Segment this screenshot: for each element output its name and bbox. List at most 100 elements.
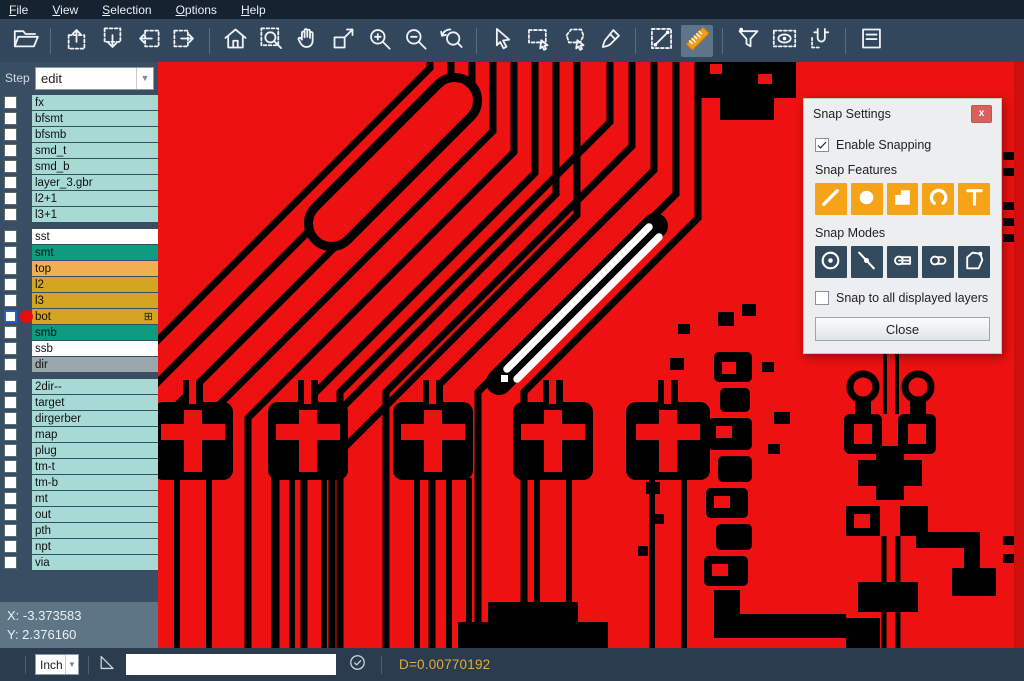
layer-name[interactable]: smd_b [32, 159, 158, 174]
layer-visibility-checkbox[interactable] [4, 396, 17, 409]
home-button[interactable] [219, 25, 251, 57]
layer-visibility-checkbox[interactable] [4, 96, 17, 109]
rect-select-button[interactable] [522, 25, 554, 57]
layer-name[interactable]: bfsmt [32, 111, 158, 126]
layer-row-dir[interactable]: dir [0, 357, 158, 372]
layer-visibility-checkbox[interactable] [4, 540, 17, 553]
pan-button[interactable] [291, 25, 323, 57]
layer-name[interactable]: smb [32, 325, 158, 340]
poly-select-button[interactable] [558, 25, 590, 57]
layer-name[interactable]: out [32, 507, 158, 522]
snap-slot-button[interactable] [922, 246, 954, 278]
menu-item-help[interactable]: Help [241, 3, 266, 17]
layer-name[interactable]: l3+1 [32, 207, 158, 222]
layer-name[interactable]: ssb [32, 341, 158, 356]
snap-vertex-button[interactable] [958, 246, 990, 278]
layer-visibility-checkbox[interactable] [4, 326, 17, 339]
layer-row-smd_b[interactable]: smd_b [0, 159, 158, 174]
layer-name[interactable]: via [32, 555, 158, 570]
layer-name[interactable]: dirgerber [32, 411, 158, 426]
layer-visibility-checkbox[interactable] [4, 144, 17, 157]
layer-name[interactable]: target [32, 395, 158, 410]
layer-name[interactable]: l2 [32, 277, 158, 292]
report-button[interactable] [855, 25, 887, 57]
layer-name[interactable]: smd_t [32, 143, 158, 158]
layer-row-tm-b[interactable]: tm-b [0, 475, 158, 490]
layer-visibility-checkbox[interactable] [4, 208, 17, 221]
layer-row-npt[interactable]: npt [0, 539, 158, 554]
menu-item-options[interactable]: Options [176, 3, 217, 17]
pcb-canvas[interactable]: Snap Settings x Enable Snapping Snap Fea… [158, 62, 1024, 648]
layer-visibility-checkbox[interactable] [4, 476, 17, 489]
layer-visibility-checkbox[interactable] [4, 358, 17, 371]
layer-visibility-checkbox[interactable] [4, 460, 17, 473]
select-button[interactable] [486, 25, 518, 57]
layer-name[interactable]: top [32, 261, 158, 276]
zoom-out-button[interactable] [399, 25, 431, 57]
import-bottom-button[interactable] [96, 25, 128, 57]
layer-visibility-checkbox[interactable] [4, 160, 17, 173]
zoom-region-button[interactable] [255, 25, 287, 57]
layer-visibility-checkbox[interactable] [4, 192, 17, 205]
layer-name[interactable]: 2dir-- [32, 379, 158, 394]
layer-row-smb[interactable]: smb [0, 325, 158, 340]
layer-name[interactable]: bot⊞ [32, 309, 158, 324]
layer-name[interactable]: l2+1 [32, 191, 158, 206]
zoom-in-button[interactable] [363, 25, 395, 57]
menu-item-selection[interactable]: Selection [102, 3, 151, 17]
layer-row-l3[interactable]: l3 [0, 293, 158, 308]
layer-visibility-checkbox[interactable] [4, 380, 17, 393]
layer-visibility-checkbox[interactable] [4, 262, 17, 275]
snap-surface-button[interactable] [887, 183, 919, 215]
zoom-previous-button[interactable] [435, 25, 467, 57]
layer-visibility-checkbox[interactable] [4, 428, 17, 441]
layer-visibility-checkbox[interactable] [4, 278, 17, 291]
layer-visibility-checkbox[interactable] [4, 556, 17, 569]
snap-center-button[interactable] [815, 246, 847, 278]
layer-name[interactable]: bfsmb [32, 127, 158, 142]
layer-name[interactable]: tm-b [32, 475, 158, 490]
snap-arc-button[interactable] [922, 183, 954, 215]
layer-row-plug[interactable]: plug [0, 443, 158, 458]
layer-row-l2+1[interactable]: l2+1 [0, 191, 158, 206]
layer-row-via[interactable]: via [0, 555, 158, 570]
layer-visibility-checkbox[interactable] [4, 310, 17, 323]
import-top-button[interactable] [60, 25, 92, 57]
layer-row-smt[interactable]: smt [0, 245, 158, 260]
layer-visibility-checkbox[interactable] [4, 176, 17, 189]
layer-name[interactable]: npt [32, 539, 158, 554]
close-icon[interactable]: x [971, 105, 992, 123]
layer-row-out[interactable]: out [0, 507, 158, 522]
layer-row-sst[interactable]: sst [0, 229, 158, 244]
layer-row-2dir--[interactable]: 2dir-- [0, 379, 158, 394]
layer-row-tm-t[interactable]: tm-t [0, 459, 158, 474]
layer-name[interactable]: dir [32, 357, 158, 372]
layer-row-fx[interactable]: fx [0, 95, 158, 110]
layer-row-layer_3.gbr[interactable]: layer_3.gbr [0, 175, 158, 190]
snap-slot-center-button[interactable] [887, 246, 919, 278]
snap-all-layers-checkbox[interactable] [815, 291, 829, 305]
ruler-button[interactable] [681, 25, 713, 57]
layer-row-top[interactable]: top [0, 261, 158, 276]
layer-name[interactable]: fx [32, 95, 158, 110]
measure-button[interactable] [645, 25, 677, 57]
layer-row-target[interactable]: target [0, 395, 158, 410]
layer-visibility-checkbox[interactable] [4, 112, 17, 125]
snap-text-button[interactable] [958, 183, 990, 215]
dialog-titlebar[interactable]: Snap Settings x [804, 99, 1001, 128]
menu-item-view[interactable]: View [52, 3, 78, 17]
layer-row-ssb[interactable]: ssb [0, 341, 158, 356]
enable-snapping-checkbox[interactable] [815, 138, 829, 152]
layer-name[interactable]: sst [32, 229, 158, 244]
import-left-button[interactable] [132, 25, 164, 57]
step-select[interactable]: edit ▼ [35, 67, 154, 90]
brush-button[interactable] [594, 25, 626, 57]
layer-visibility-checkbox[interactable] [4, 230, 17, 243]
snap-magnet-button[interactable] [804, 25, 836, 57]
layer-name[interactable]: smt [32, 245, 158, 260]
sync-icon[interactable] [348, 653, 367, 677]
unit-select[interactable]: Inch ▼ [35, 654, 79, 675]
layer-visibility-checkbox[interactable] [4, 412, 17, 425]
layer-row-bot[interactable]: bot⊞ [0, 309, 158, 324]
layer-visibility-checkbox[interactable] [4, 492, 17, 505]
